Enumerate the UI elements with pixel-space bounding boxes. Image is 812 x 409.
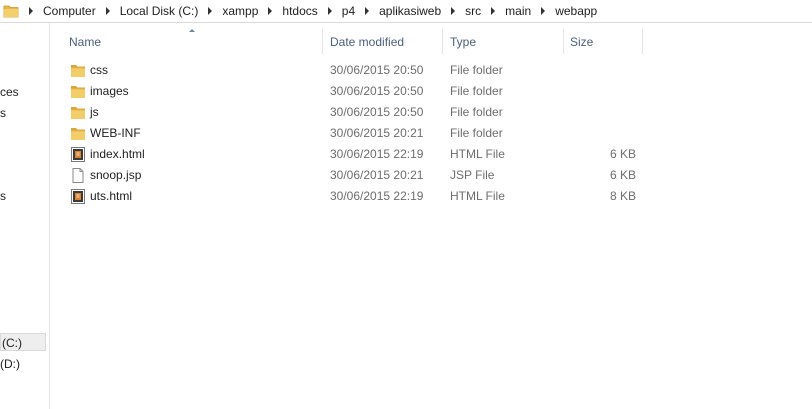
breadcrumb-chevron-icon[interactable]: [268, 7, 273, 15]
breadcrumb-chevron-icon[interactable]: [365, 7, 370, 15]
file-row[interactable]: images 30/06/2015 20:50 File folder: [66, 81, 646, 102]
breadcrumb-label[interactable]: webapp: [555, 4, 597, 18]
file-type: File folder: [450, 126, 503, 140]
breadcrumb-label[interactable]: src: [465, 4, 481, 18]
column-header-size[interactable]: Size: [565, 29, 643, 54]
file-name[interactable]: css: [90, 63, 108, 77]
folder-icon: [70, 63, 86, 78]
file-name[interactable]: snoop.jsp: [90, 168, 141, 182]
breadcrumb-item[interactable]: main: [481, 0, 531, 22]
file-row[interactable]: uts.html 30/06/2015 22:19 HTML File 8 KB: [66, 186, 646, 207]
file-name[interactable]: uts.html: [90, 189, 132, 203]
nav-item-homegroup[interactable]: s: [0, 187, 6, 205]
breadcrumb-item[interactable]: Local Disk (C:): [96, 0, 199, 22]
file-row[interactable]: WEB-INF 30/06/2015 20:21 File folder: [66, 123, 646, 144]
breadcrumb-item[interactable]: webapp: [531, 0, 597, 22]
breadcrumb-label[interactable]: Local Disk (C:): [120, 4, 199, 18]
file-date-modified: 30/06/2015 22:19: [330, 147, 424, 161]
breadcrumb-chevron-icon[interactable]: [491, 7, 496, 15]
file-type: JSP File: [450, 168, 495, 182]
html-file-icon: [70, 147, 86, 162]
breadcrumb-item[interactable]: p4: [318, 0, 355, 22]
breadcrumb-chevron-icon[interactable]: [29, 7, 33, 15]
file-name[interactable]: images: [90, 84, 129, 98]
nav-item-local-disk-c[interactable]: (C:): [0, 333, 46, 351]
column-header-size-label: Size: [570, 34, 594, 49]
breadcrumb-label[interactable]: Computer: [43, 4, 96, 18]
column-header-name[interactable]: Name: [66, 29, 323, 54]
file-type: HTML File: [450, 147, 505, 161]
file-date-modified: 30/06/2015 20:21: [330, 126, 424, 140]
breadcrumb-chevron-icon[interactable]: [105, 7, 110, 15]
breadcrumb-chevron-icon[interactable]: [208, 7, 213, 15]
column-header-type[interactable]: Type: [444, 29, 564, 54]
file-size: 8 KB: [609, 189, 636, 203]
file-type: File folder: [450, 84, 503, 98]
breadcrumb-label[interactable]: htdocs: [282, 4, 317, 18]
breadcrumb-label[interactable]: p4: [342, 4, 355, 18]
file-date-modified: 30/06/2015 20:50: [330, 63, 424, 77]
file-name[interactable]: index.html: [90, 147, 145, 161]
column-header-name-label: Name: [69, 34, 102, 49]
breadcrumb-label[interactable]: main: [505, 4, 531, 18]
breadcrumb-item[interactable]: src: [441, 0, 481, 22]
nav-item-local-disk-d[interactable]: (D:): [0, 355, 20, 373]
file-type: File folder: [450, 105, 503, 119]
breadcrumb-item[interactable]: htdocs: [258, 0, 318, 22]
breadcrumb-chevron-icon[interactable]: [541, 7, 546, 15]
sort-ascending-icon: [189, 29, 195, 32]
navigation-pane[interactable]: ces s s (C:) (D:): [0, 23, 50, 409]
nav-item-favorites[interactable]: ces: [0, 83, 19, 101]
file-date-modified: 30/06/2015 20:21: [330, 168, 424, 182]
breadcrumb-label[interactable]: xampp: [222, 4, 258, 18]
file-date-modified: 30/06/2015 20:50: [330, 84, 424, 98]
blank-file-icon: [70, 168, 86, 183]
column-header-date[interactable]: Date modified: [324, 29, 443, 54]
file-row[interactable]: index.html 30/06/2015 22:19 HTML File 6 KB: [66, 144, 646, 165]
file-date-modified: 30/06/2015 20:50: [330, 105, 424, 119]
file-row[interactable]: snoop.jsp 30/06/2015 20:21 JSP File 6 KB: [66, 165, 646, 186]
file-name[interactable]: js: [90, 105, 99, 119]
breadcrumb-item[interactable]: xampp: [198, 0, 258, 22]
column-header-type-label: Type: [450, 34, 477, 49]
folder-icon: [3, 4, 19, 18]
folder-icon: [70, 126, 86, 141]
file-row[interactable]: js 30/06/2015 20:50 File folder: [66, 102, 646, 123]
breadcrumb-chevron-icon[interactable]: [327, 7, 332, 15]
html-file-icon: [70, 189, 86, 204]
address-bar[interactable]: Computer Local Disk (C:) xampp htdocs p4 apli…: [0, 0, 812, 23]
breadcrumb-label[interactable]: aplikasiweb: [379, 4, 441, 18]
file-type: File folder: [450, 63, 503, 77]
column-header-date-label: Date modified: [330, 34, 405, 49]
nav-item-libraries[interactable]: s: [0, 104, 6, 122]
file-size: 6 KB: [609, 168, 636, 182]
file-row[interactable]: css 30/06/2015 20:50 File folder: [66, 60, 646, 81]
file-name[interactable]: WEB-INF: [90, 126, 141, 140]
folder-icon: [70, 105, 86, 120]
file-type: HTML File: [450, 189, 505, 203]
file-size: 6 KB: [609, 147, 636, 161]
breadcrumb-item[interactable]: aplikasiweb: [355, 0, 441, 22]
breadcrumb-item[interactable]: Computer: [21, 0, 96, 22]
file-date-modified: 30/06/2015 22:19: [330, 189, 424, 203]
breadcrumb-chevron-icon[interactable]: [451, 7, 456, 15]
folder-icon: [70, 84, 86, 99]
